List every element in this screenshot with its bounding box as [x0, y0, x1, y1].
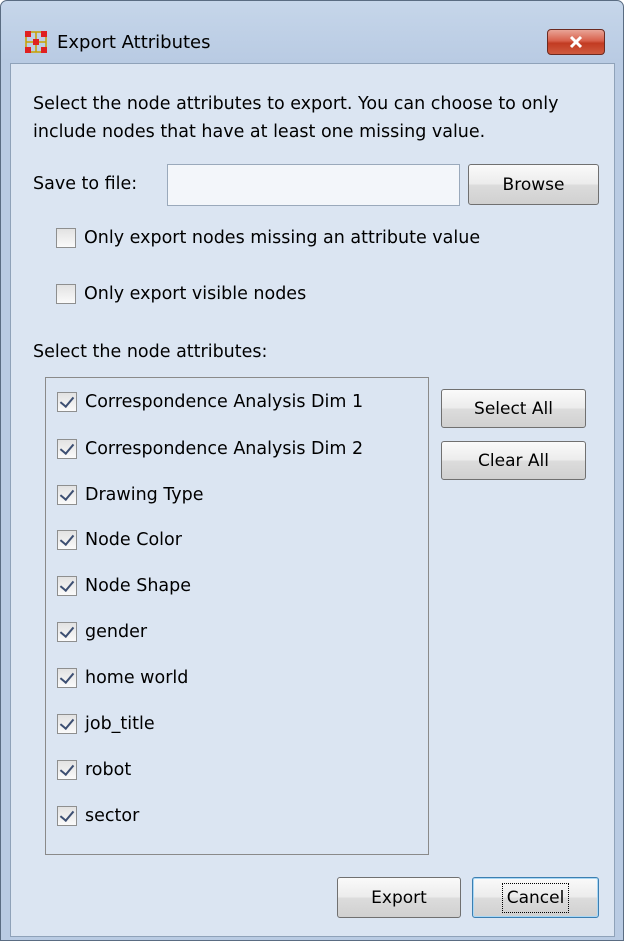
attribute-item[interactable]: Correspondence Analysis Dim 2	[57, 435, 363, 463]
attribute-checkbox[interactable]	[57, 714, 77, 734]
attribute-item[interactable]: job_title	[57, 710, 155, 738]
select-all-button[interactable]: Select All	[441, 389, 586, 428]
window-title: Export Attributes	[57, 32, 211, 53]
clear-all-button[interactable]: Clear All	[441, 441, 586, 480]
attribute-label: Correspondence Analysis Dim 1	[85, 392, 364, 412]
dialog-description: Select the node attributes to export. Yo…	[33, 94, 559, 142]
visible-nodes-option-label: Only export visible nodes	[84, 284, 307, 304]
attributes-label: Select the node attributes:	[33, 342, 268, 362]
browse-button[interactable]: Browse	[468, 164, 599, 205]
attribute-label: sector	[85, 806, 140, 826]
attribute-checkbox[interactable]	[57, 530, 77, 550]
attribute-checkbox[interactable]	[57, 576, 77, 596]
attribute-label: home world	[85, 668, 189, 688]
attribute-checkbox[interactable]	[57, 485, 77, 505]
title-bar[interactable]: Export Attributes	[1, 1, 623, 59]
close-icon	[569, 35, 583, 49]
network-app-icon	[25, 31, 47, 53]
attribute-checkbox[interactable]	[57, 806, 77, 826]
attribute-label: gender	[85, 622, 148, 642]
attribute-checkbox[interactable]	[57, 392, 77, 412]
attribute-label: Drawing Type	[85, 485, 204, 505]
attribute-item[interactable]: gender	[57, 618, 147, 646]
attribute-list: Correspondence Analysis Dim 1 Correspond…	[45, 377, 429, 855]
attribute-item[interactable]: Node Shape	[57, 572, 191, 600]
cancel-button-label: Cancel	[501, 882, 570, 913]
attribute-label: job_title	[85, 714, 155, 734]
visible-nodes-option[interactable]: Only export visible nodes	[56, 284, 306, 304]
save-file-input[interactable]	[167, 164, 460, 206]
missing-value-option-label: Only export nodes missing an attribute v…	[84, 228, 481, 248]
attribute-label: Node Color	[85, 530, 182, 550]
attribute-label: Node Shape	[85, 576, 192, 596]
attribute-label: robot	[85, 760, 132, 780]
close-button[interactable]	[547, 29, 605, 55]
missing-value-option[interactable]: Only export nodes missing an attribute v…	[56, 228, 480, 248]
attribute-item[interactable]: Node Color	[57, 526, 182, 554]
attribute-item[interactable]: Correspondence Analysis Dim 1	[57, 388, 363, 416]
attribute-checkbox[interactable]	[57, 622, 77, 642]
export-button[interactable]: Export	[337, 877, 461, 918]
attribute-checkbox[interactable]	[57, 760, 77, 780]
cancel-button[interactable]: Cancel	[472, 877, 599, 918]
attribute-item[interactable]: robot	[57, 756, 131, 784]
attribute-label: Correspondence Analysis Dim 2	[85, 439, 364, 459]
attribute-item[interactable]: Drawing Type	[57, 481, 204, 509]
attribute-item[interactable]: sector	[57, 802, 139, 830]
visible-nodes-checkbox[interactable]	[56, 284, 76, 304]
attribute-item[interactable]: home world	[57, 664, 188, 692]
attribute-checkbox[interactable]	[57, 439, 77, 459]
attribute-checkbox[interactable]	[57, 668, 77, 688]
missing-value-checkbox[interactable]	[56, 228, 76, 248]
save-to-file-label: Save to file:	[33, 174, 138, 194]
